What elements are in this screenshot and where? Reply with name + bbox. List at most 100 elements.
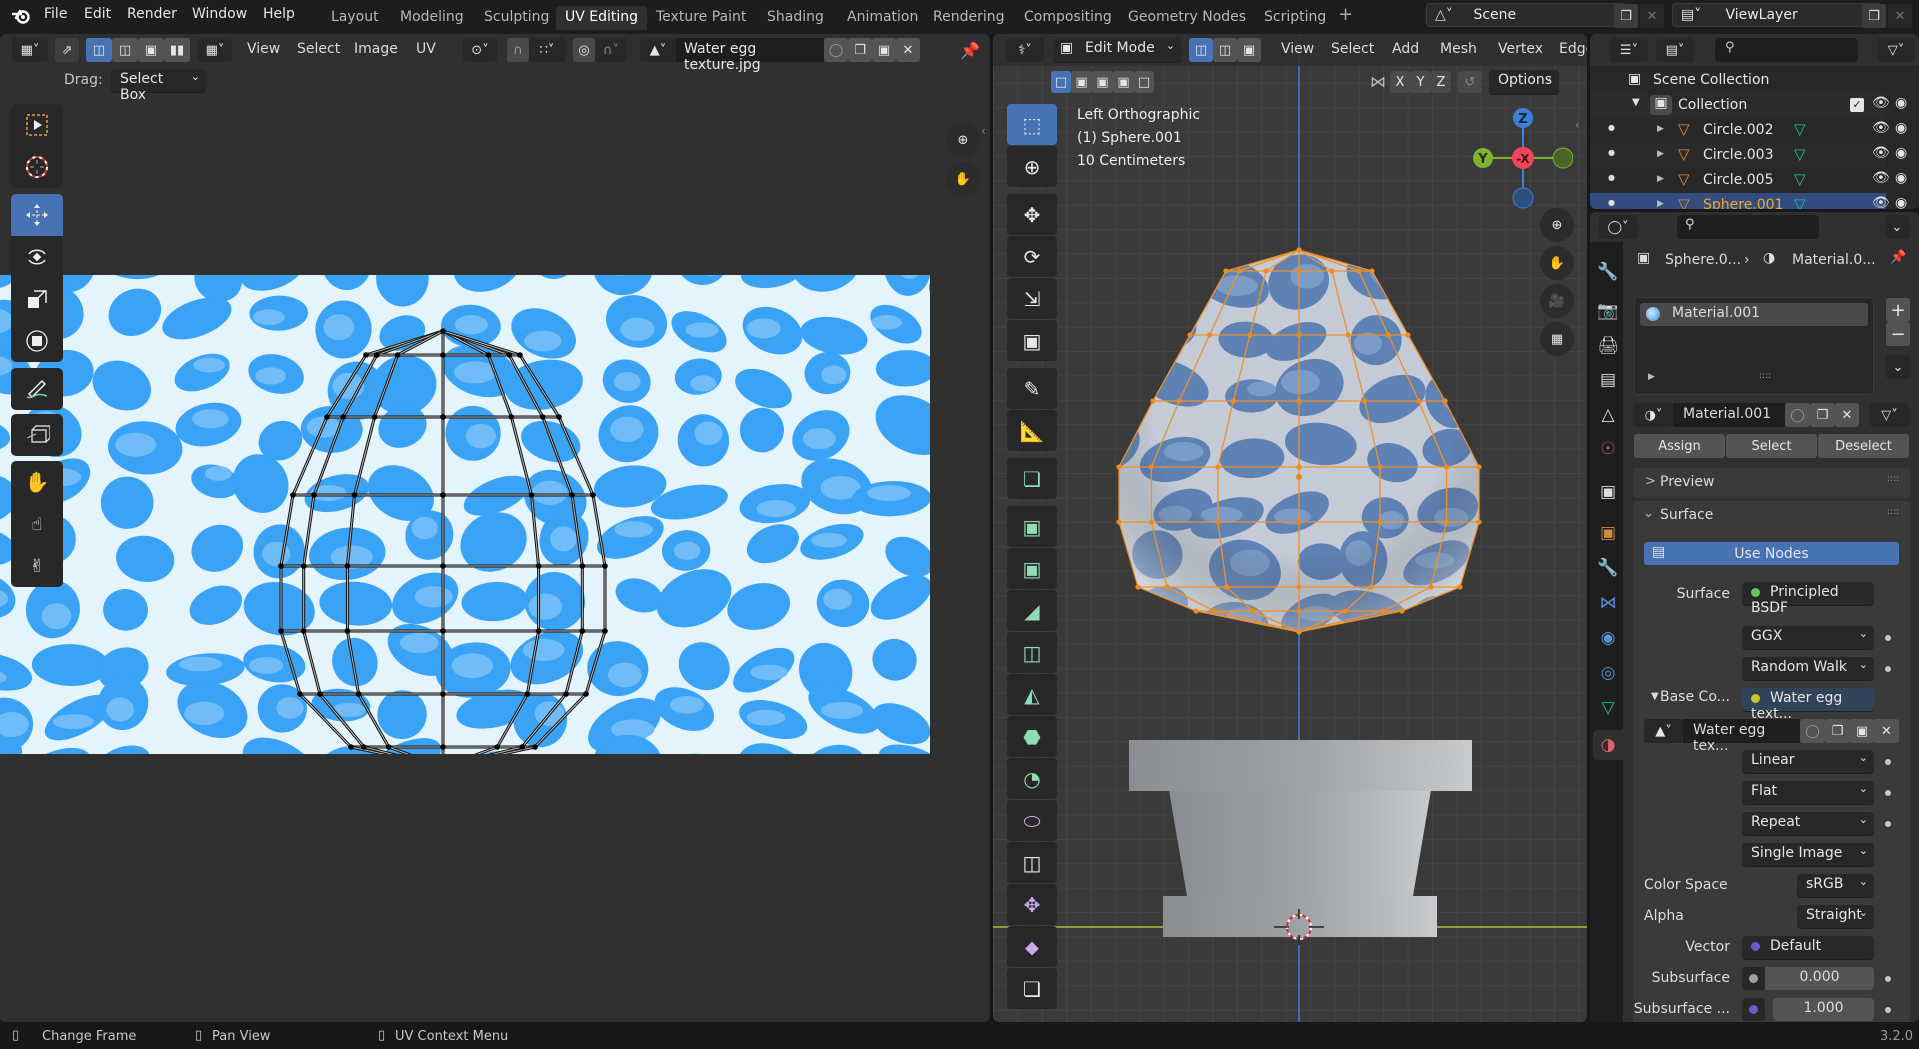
tool-scale[interactable]: [11, 278, 63, 320]
tool-rotate[interactable]: ⟳: [1007, 236, 1057, 277]
unlink-image-icon[interactable]: ✕: [896, 38, 920, 62]
tool-select-box[interactable]: [11, 104, 63, 146]
fake-user-icon[interactable]: ◯: [824, 38, 848, 62]
proportional-editing-toggle[interactable]: ◎: [573, 38, 595, 62]
tool-shear[interactable]: ⬥: [1007, 926, 1057, 967]
tab-render[interactable]: 📷: [1593, 296, 1623, 326]
projection-dropdown[interactable]: Flat ⌄: [1742, 781, 1874, 804]
tool-annotate[interactable]: [11, 368, 63, 410]
keyframe-dot[interactable]: [1885, 635, 1891, 641]
outliner-row-scene-collection[interactable]: ▣ Scene Collection: [1590, 68, 1886, 93]
tool-rotate[interactable]: [11, 236, 63, 278]
uv-menu-select[interactable]: Select: [297, 41, 340, 57]
keyframe-dot[interactable]: [1885, 759, 1891, 765]
tool-scale[interactable]: ⇲: [1007, 278, 1057, 319]
camera-icon[interactable]: ◉: [1895, 145, 1907, 161]
open-image-icon[interactable]: ▣: [872, 38, 896, 62]
tool-edge-slide[interactable]: ◫: [1007, 842, 1057, 883]
proportional-falloff-dropdown[interactable]: ∩˅: [595, 38, 627, 62]
menu-render[interactable]: Render: [127, 6, 177, 22]
tool-shrink-fatten[interactable]: ✥: [1007, 884, 1057, 925]
material-name-field[interactable]: Material.001: [1673, 403, 1785, 427]
material-specials-dropdown[interactable]: ⌄: [1886, 355, 1910, 379]
camera-icon[interactable]: ◉: [1895, 95, 1907, 111]
tool-add-cube[interactable]: ❏: [1007, 458, 1057, 499]
eye-icon[interactable]: 👁: [1872, 95, 1890, 111]
outliner-row-object[interactable]: ● ▶ ▽ Circle.003 ▽ 👁 ◉: [1590, 143, 1907, 168]
image-source-dropdown[interactable]: Single Image ⌄: [1742, 843, 1874, 866]
tool-smooth[interactable]: ⬭: [1007, 800, 1057, 841]
tool-rip-region[interactable]: ❏: [1007, 968, 1057, 1009]
mesh-data-icon[interactable]: ▽: [1794, 195, 1806, 209]
tab-modifiers[interactable]: 🔧: [1593, 553, 1623, 583]
delete-view-layer-button[interactable]: ✕: [1888, 4, 1912, 28]
tool-rip-region[interactable]: [11, 414, 63, 456]
browse-image-button[interactable]: ▲˅: [1644, 719, 1683, 743]
tab-scene[interactable]: △: [1593, 400, 1623, 430]
tool-cursor[interactable]: ⊕: [1007, 146, 1057, 187]
extension-dropdown[interactable]: Repeat ⌄: [1742, 812, 1874, 835]
tool-pinch[interactable]: ✌: [11, 545, 63, 587]
workspace-tab-modeling[interactable]: Modeling: [391, 6, 473, 30]
menu-edit[interactable]: Edit: [84, 6, 111, 22]
uv-mesh-wireframe[interactable]: [0, 275, 930, 754]
pan-view-icon[interactable]: ✋: [946, 162, 980, 196]
expand-arrow-icon[interactable]: ▼: [1632, 97, 1640, 108]
tool-cursor[interactable]: [11, 146, 63, 188]
base-color-field[interactable]: Water egg text...: [1742, 688, 1874, 722]
add-workspace-button[interactable]: +: [1338, 4, 1353, 25]
tab-world[interactable]: ☉: [1593, 434, 1623, 464]
add-material-slot-button[interactable]: +: [1886, 298, 1910, 322]
mesh-data-icon[interactable]: ▽: [1794, 170, 1806, 188]
tab-constraints[interactable]: ◎: [1593, 658, 1623, 688]
interpolation-dropdown[interactable]: Linear ⌄: [1742, 750, 1874, 773]
properties-editor-type[interactable]: ◯˅: [1599, 215, 1637, 239]
drag-handle-icon[interactable]: ::::: [1887, 474, 1899, 484]
snap-target-dropdown[interactable]: ∷˅: [529, 38, 565, 62]
scene-selector[interactable]: △˅ Scene: [1426, 3, 1627, 27]
keyframe-dot[interactable]: [1885, 790, 1891, 796]
display-mode-dropdown[interactable]: ☰˅: [1610, 38, 1648, 62]
workspace-tab-geometry-nodes[interactable]: Geometry Nodes: [1119, 6, 1255, 30]
image-name-field[interactable]: Water egg texture.jpg: [676, 38, 824, 73]
material-slot-item[interactable]: Material.001: [1640, 303, 1868, 326]
expand-arrow-icon[interactable]: ▶: [1648, 372, 1655, 382]
menu-window[interactable]: Window: [192, 6, 247, 22]
workspace-tab-texture-paint[interactable]: Texture Paint: [647, 6, 755, 30]
expand-arrow-icon[interactable]: ▶: [1657, 124, 1664, 134]
fake-user-icon[interactable]: ◯: [1785, 403, 1810, 427]
tool-bevel[interactable]: ◢: [1007, 590, 1057, 631]
sticky-selection-dropdown[interactable]: ▦˅: [198, 38, 232, 62]
ortho-toggle-icon[interactable]: ▦: [1540, 322, 1574, 356]
tool-annotate[interactable]: ✎: [1007, 368, 1057, 409]
tab-tool[interactable]: 🔧: [1593, 257, 1623, 287]
unlink-material-icon[interactable]: ✕: [1835, 403, 1859, 427]
tool-poly-build[interactable]: ⬣: [1007, 716, 1057, 757]
uv-island-select-mode[interactable]: ▮▮: [164, 38, 190, 62]
tab-data[interactable]: ▽: [1593, 693, 1623, 723]
alpha-dropdown[interactable]: Straight ⌄: [1797, 905, 1874, 928]
assign-button[interactable]: Assign: [1634, 434, 1725, 458]
workspace-tab-shading[interactable]: Shading: [758, 6, 833, 30]
outliner-row-object[interactable]: ● ▶ ▽ Sphere.001 ▽ 👁 ◉: [1590, 193, 1907, 209]
camera-icon[interactable]: ◉: [1895, 170, 1907, 186]
gizmo-neg-z[interactable]: [1512, 187, 1534, 209]
expand-arrow-icon[interactable]: ▶: [1657, 149, 1664, 159]
tool-relax[interactable]: ☝: [11, 503, 63, 545]
camera-icon[interactable]: ◉: [1895, 195, 1907, 209]
mesh-data-icon[interactable]: ▽: [1794, 120, 1806, 138]
filter-dropdown[interactable]: ▽˅: [1877, 38, 1915, 62]
tab-output[interactable]: 🖨: [1593, 331, 1623, 361]
workspace-tab-rendering[interactable]: Rendering: [924, 6, 1014, 30]
color-space-dropdown[interactable]: sRGB ⌄: [1797, 874, 1874, 897]
gizmo-pos-y[interactable]: [1552, 147, 1573, 169]
tool-loop-cut[interactable]: ◫: [1007, 632, 1057, 673]
sidebar-toggle-icon[interactable]: ‹: [1575, 118, 1580, 132]
keyframe-dot[interactable]: [1885, 1007, 1891, 1013]
properties-search-input[interactable]: ⚲: [1677, 215, 1819, 239]
camera-view-icon[interactable]: 🎥: [1540, 284, 1574, 318]
subsurface-radius-field[interactable]: 1.000: [1773, 998, 1874, 1021]
expand-arrow-icon[interactable]: ▶: [1657, 174, 1664, 184]
uv-menu-image[interactable]: Image: [354, 41, 398, 57]
keyframe-dot[interactable]: [1885, 821, 1891, 827]
